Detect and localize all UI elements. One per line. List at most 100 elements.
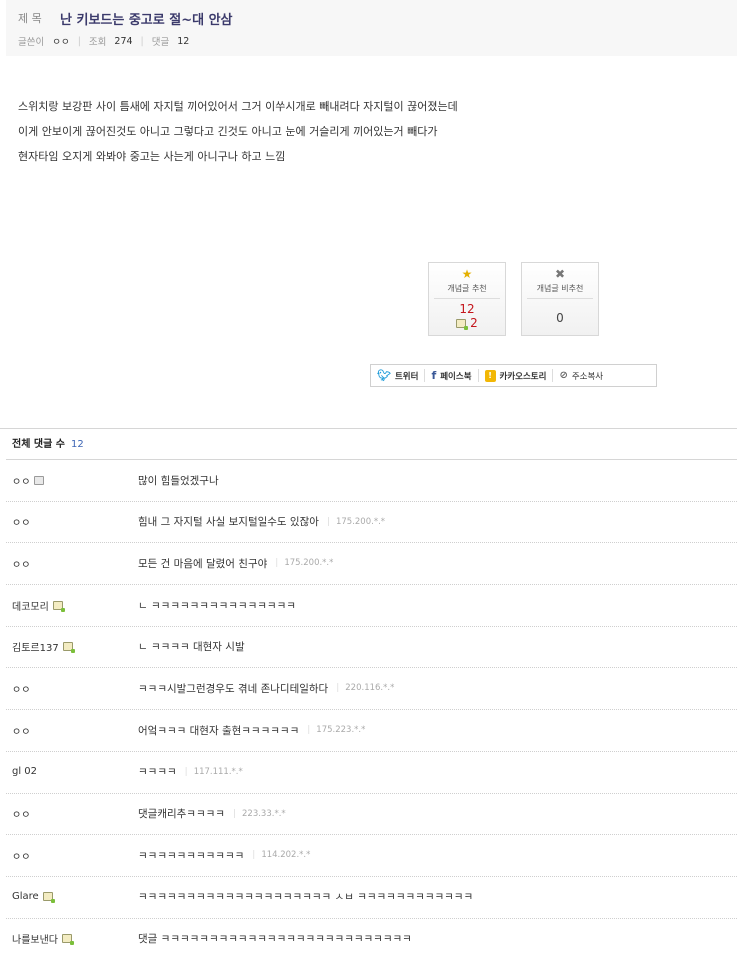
comment-text: 힘내 그 자지털 사실 보지털일수도 있잖아 bbox=[138, 516, 319, 529]
kakaostory-icon: ! bbox=[484, 369, 496, 382]
post-meta: 글쓴이 ㅇㅇ | 조회 274 | 댓글 12 bbox=[18, 34, 189, 49]
comment-nick-label: ㅇㅇ bbox=[12, 851, 31, 863]
ip-divider: | bbox=[307, 725, 311, 736]
comment-row: gl 02 ㅋㅋㅋㅋ | 117.111.*.* bbox=[6, 752, 737, 794]
meta-divider: | bbox=[77, 35, 81, 47]
comment-ip: 117.111.*.* bbox=[193, 766, 243, 777]
post-body-line: 현자타임 오지게 와봐야 중고는 사는게 아니구나 하고 느낌 bbox=[18, 150, 286, 163]
comment-nick-label: 나를보낸다 bbox=[12, 935, 58, 947]
comment-row: 데코모리 ㄴ ㅋㅋㅋㅋㅋㅋㅋㅋㅋㅋㅋㅋㅋㅋㅋ bbox=[6, 585, 737, 627]
comment-text: ㅋㅋㅋ시발그런경우도 겪네 존나디테일하다 bbox=[138, 682, 329, 695]
facebook-icon: f bbox=[431, 368, 437, 382]
share-facebook-button[interactable]: f 페이스북 bbox=[425, 365, 477, 386]
comment-nick[interactable]: ㅇㅇ bbox=[12, 502, 30, 542]
star-icon: ★ bbox=[461, 267, 473, 281]
comment-nick-label: ㅇㅇ bbox=[12, 810, 31, 821]
comment-text: ㅋㅋㅋㅋㅋㅋㅋㅋㅋㅋㅋㅋㅋㅋㅋㅋㅋㅋㅋㅋ ㅅㅂ ㅋㅋㅋㅋㅋㅋㅋㅋㅋㅋㅋㅋ bbox=[138, 891, 474, 904]
comment-row: ㅇㅇ 어엌ㅋㅋㅋ 대현자 출현ㅋㅋㅋㅋㅋㅋ | 175.223.*.* bbox=[6, 710, 737, 752]
recommend-count: 12 bbox=[459, 302, 475, 316]
comment-row: ㅇㅇ ㅋㅋㅋㅋㅋㅋㅋㅋㅋㅋㅋ | 114.202.*.* bbox=[6, 835, 737, 877]
views-label: 조회 bbox=[88, 37, 107, 48]
post-body: 스위치랑 보강판 사이 틈새에 자지털 끼어있어서 그거 이쑤시개로 빼내려다 … bbox=[18, 94, 638, 169]
comment-nick[interactable]: ㅇㅇ bbox=[12, 710, 30, 750]
author-name[interactable]: ㅇㅇ bbox=[52, 34, 69, 48]
vote-divider bbox=[527, 298, 593, 299]
comment-text-wrap: ㅋㅋㅋㅋ | 117.111.*.* bbox=[138, 752, 243, 792]
fixed-user-icon bbox=[52, 600, 65, 612]
comment-row: ㅇㅇ 모든 건 마음에 달렸어 친구야 | 175.200.*.* bbox=[6, 543, 737, 586]
not-recommend-count: 0 bbox=[556, 311, 564, 325]
share-twitter-label: 트위터 bbox=[394, 371, 419, 382]
copy-url-button[interactable]: ⊘ 주소복사 bbox=[553, 365, 609, 386]
comment-nick[interactable]: ㅇㅇ bbox=[12, 835, 30, 875]
vote-divider bbox=[434, 298, 500, 299]
comment-row: ㅇㅇ 힘내 그 자지털 사실 보지털일수도 있잖아 | 175.200.*.* bbox=[6, 502, 737, 544]
comments-title: 전체 댓글 수 12 bbox=[12, 438, 84, 452]
comments-total-count: 12 bbox=[70, 439, 84, 450]
share-facebook-label: 페이스북 bbox=[440, 371, 472, 382]
title-row: 제 목 난 키보드는 중고로 절~대 안삼 bbox=[18, 9, 233, 28]
comment-text: 많이 힘들었겠구나 bbox=[138, 474, 219, 487]
post-body-line: 이게 안보이게 끊어진것도 아니고 그렇다고 긴것도 아니고 눈에 거슬리게 끼… bbox=[18, 125, 438, 138]
fixed-recommend-count: 2 bbox=[470, 316, 478, 330]
comment-ip: 175.223.*.* bbox=[316, 725, 366, 736]
fixed-user-icon bbox=[62, 642, 75, 654]
comment-nick[interactable]: 데코모리 bbox=[12, 585, 65, 625]
not-recommend-label: 개념글 비추천 bbox=[536, 284, 584, 293]
ip-divider: | bbox=[252, 850, 256, 861]
comments-label: 댓글 bbox=[151, 37, 170, 48]
comment-nick-label: ㅇㅇ bbox=[12, 684, 31, 696]
comment-text: 어엌ㅋㅋㅋ 대현자 출현ㅋㅋㅋㅋㅋㅋ bbox=[138, 724, 300, 737]
comment-nick[interactable]: Glare bbox=[12, 877, 55, 917]
comment-ip: 223.33.*.* bbox=[242, 808, 286, 819]
comment-nick[interactable]: ㅇㅇ bbox=[12, 794, 30, 834]
comment-text-wrap: 댓글캐리추ㅋㅋㅋㅋ | 223.33.*.* bbox=[138, 794, 286, 834]
comment-ip: 114.202.*.* bbox=[261, 850, 311, 861]
ip-divider: | bbox=[232, 808, 236, 819]
post-header: 제 목 난 키보드는 중고로 절~대 안삼 글쓴이 ㅇㅇ | 조회 274 | … bbox=[6, 0, 737, 56]
recommend-label: 개념글 추천 bbox=[447, 284, 487, 293]
user-icon bbox=[34, 475, 45, 485]
comment-text: 모든 건 마음에 달렸어 친구야 bbox=[138, 557, 268, 570]
comment-nick-label: Glare bbox=[12, 891, 39, 903]
comment-row: 나를보낸다 댓글 ㅋㅋㅋㅋㅋㅋㅋㅋㅋㅋㅋㅋㅋㅋㅋㅋㅋㅋㅋㅋㅋㅋㅋㅋㅋㅋ bbox=[6, 919, 737, 956]
recommend-button[interactable]: ★ 개념글 추천 12 2 bbox=[428, 262, 506, 336]
comment-nick-label: 김토르137 bbox=[12, 643, 59, 655]
comment-nick[interactable]: ㅇㅇ bbox=[12, 543, 30, 583]
comment-nick-label: ㅇㅇ bbox=[12, 476, 31, 488]
comment-nick[interactable]: gl 02 bbox=[12, 752, 37, 792]
comment-text-wrap: 어엌ㅋㅋㅋ 대현자 출현ㅋㅋㅋㅋㅋㅋ | 175.223.*.* bbox=[138, 710, 365, 750]
not-recommend-button[interactable]: ✖ 개념글 비추천 0 bbox=[521, 262, 599, 336]
x-icon: ✖ bbox=[554, 267, 566, 281]
comment-text: ㄴ ㅋㅋㅋㅋㅋㅋㅋㅋㅋㅋㅋㅋㅋㅋㅋ bbox=[138, 599, 296, 612]
comment-nick[interactable]: ㅇㅇ bbox=[12, 668, 30, 708]
copy-url-label: 주소복사 bbox=[571, 371, 604, 382]
share-twitter-button[interactable]: 🐦︎ 트위터 bbox=[371, 365, 424, 386]
comment-list: ㅇㅇ 많이 힘들었겠구나 ㅇㅇ 힘내 그 자지털 사실 보지털일수도 있잖아 | 1… bbox=[6, 460, 737, 956]
comment-text: ㅋㅋㅋㅋ bbox=[138, 766, 177, 779]
comment-nick[interactable]: 나를보낸다 bbox=[12, 919, 74, 956]
comment-ip: 175.200.*.* bbox=[284, 558, 334, 569]
comment-text-wrap: 모든 건 마음에 달렸어 친구야 | 175.200.*.* bbox=[138, 543, 333, 583]
comment-text: ㄴ ㅋㅋㅋㅋ 대현자 시발 bbox=[138, 641, 245, 654]
title-label: 제 목 bbox=[18, 12, 42, 25]
comment-text-wrap: ㅋㅋㅋㅋㅋㅋㅋㅋㅋㅋㅋ | 114.202.*.* bbox=[138, 835, 310, 875]
meta-divider: | bbox=[140, 35, 144, 47]
comment-nick[interactable]: ㅇㅇ bbox=[12, 460, 45, 500]
fixed-recommend-row: 2 bbox=[429, 317, 505, 330]
comment-nick-label: ㅇㅇ bbox=[12, 559, 31, 571]
comment-nick-label: ㅇㅇ bbox=[12, 726, 31, 738]
share-bar: 🐦︎ 트위터 f 페이스북 ! 카카오스토리 ⊘ 주소복사 bbox=[370, 364, 657, 387]
comment-nick[interactable]: 김토르137 bbox=[12, 627, 75, 667]
twitter-icon: 🐦︎ bbox=[377, 368, 391, 382]
share-kakaostory-button[interactable]: ! 카카오스토리 bbox=[479, 365, 553, 386]
post-body-line: 스위치랑 보강판 사이 틈새에 자지털 끼어있어서 그거 이쑤시개로 빼내려다 … bbox=[18, 100, 458, 113]
fixed-user-icon bbox=[456, 319, 469, 330]
fixed-user-icon bbox=[42, 892, 55, 904]
comments-title-label: 전체 댓글 수 bbox=[12, 439, 65, 450]
ip-divider: | bbox=[326, 516, 330, 527]
comment-text-wrap: 힘내 그 자지털 사실 보지털일수도 있잖아 | 175.200.*.* bbox=[138, 502, 385, 542]
author-label: 글쓴이 bbox=[18, 37, 45, 48]
comment-row: Glare ㅋㅋㅋㅋㅋㅋㅋㅋㅋㅋㅋㅋㅋㅋㅋㅋㅋㅋㅋㅋ ㅅㅂ ㅋㅋㅋㅋㅋㅋㅋㅋㅋㅋ… bbox=[6, 877, 737, 919]
comment-row: ㅇㅇ 댓글캐리추ㅋㅋㅋㅋ | 223.33.*.* bbox=[6, 794, 737, 836]
